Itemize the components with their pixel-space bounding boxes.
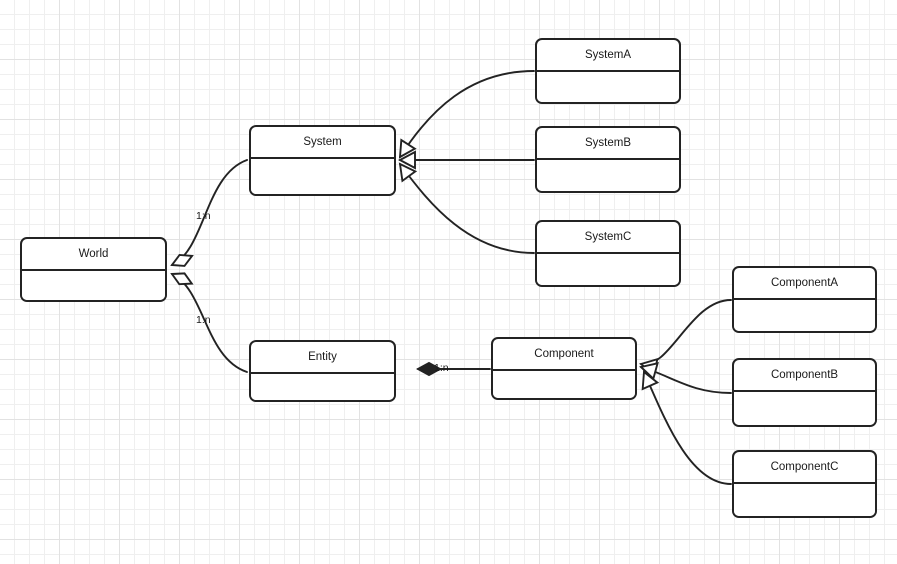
class-box-title: SystemB xyxy=(537,128,679,160)
edge-entity-component xyxy=(416,361,491,377)
class-box-body xyxy=(251,159,394,194)
aggregation-diamond-icon xyxy=(170,254,194,267)
class-box-body xyxy=(493,371,635,398)
class-box-entity[interactable]: Entity xyxy=(249,340,396,402)
edge-line xyxy=(640,299,732,365)
multiplicity-label: 1:n xyxy=(434,362,449,374)
class-box-title: ComponentB xyxy=(734,360,875,392)
edge-systemA-system xyxy=(398,70,535,159)
inheritance-arrowhead-icon xyxy=(398,162,418,183)
edge-line xyxy=(640,366,732,394)
class-box-title: Component xyxy=(493,339,635,371)
edge-componentA-component xyxy=(639,299,732,377)
multiplicity-label: 1:n xyxy=(196,314,211,326)
class-box-title: ComponentC xyxy=(734,452,875,484)
inheritance-arrowhead-icon xyxy=(639,362,659,381)
class-box-component[interactable]: Component xyxy=(491,337,637,400)
class-box-body xyxy=(537,72,679,102)
edge-line xyxy=(643,371,732,485)
class-box-world[interactable]: World xyxy=(20,237,167,302)
edge-line xyxy=(399,70,535,158)
class-box-title: ComponentA xyxy=(734,268,875,300)
class-box-systemB[interactable]: SystemB xyxy=(535,126,681,193)
class-box-title: System xyxy=(251,127,394,159)
multiplicity-label: 1:n xyxy=(196,210,211,222)
class-box-systemA[interactable]: SystemA xyxy=(535,38,681,104)
class-box-title: SystemC xyxy=(537,222,679,254)
edge-systemB-system xyxy=(397,150,535,170)
class-box-body xyxy=(251,374,394,400)
edge-componentC-component xyxy=(641,370,732,485)
class-box-body xyxy=(22,271,165,300)
class-box-body xyxy=(537,160,679,191)
inheritance-arrowhead-icon xyxy=(398,138,417,159)
class-box-title: Entity xyxy=(251,342,394,374)
edge-componentB-component xyxy=(639,362,732,394)
class-box-body xyxy=(537,254,679,285)
class-box-body xyxy=(734,392,875,425)
inheritance-arrowhead-icon xyxy=(641,370,660,391)
class-box-componentA[interactable]: ComponentA xyxy=(732,266,877,333)
class-box-system[interactable]: System xyxy=(249,125,396,196)
class-box-body xyxy=(734,484,875,516)
class-box-componentC[interactable]: ComponentC xyxy=(732,450,877,518)
class-box-title: SystemA xyxy=(537,40,679,72)
diagram-canvas[interactable]: World System SystemA SystemB SystemC Entity Co… xyxy=(0,0,897,564)
class-box-body xyxy=(734,300,875,331)
aggregation-diamond-icon xyxy=(170,272,194,286)
edge-systemC-system xyxy=(398,162,535,254)
class-box-componentB[interactable]: ComponentB xyxy=(732,358,877,427)
inheritance-arrowhead-icon xyxy=(397,150,416,170)
edge-line xyxy=(399,163,535,254)
class-box-title: World xyxy=(22,239,165,271)
inheritance-arrowhead-icon xyxy=(639,357,659,377)
class-box-systemC[interactable]: SystemC xyxy=(535,220,681,287)
